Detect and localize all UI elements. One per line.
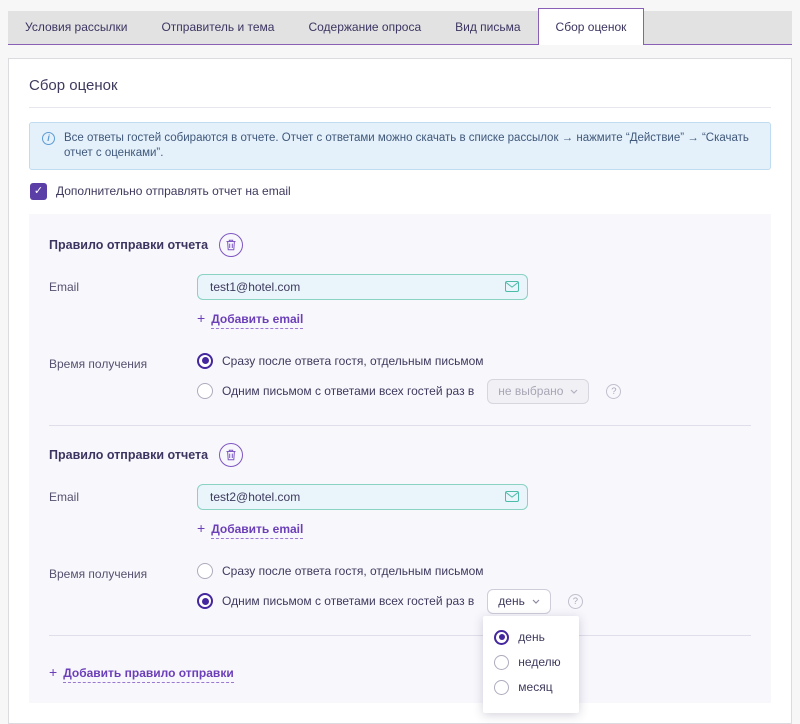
tab-bar: Условия рассылки Отправитель и тема Соде… <box>8 8 792 45</box>
plus-icon: + <box>197 310 205 326</box>
period-dropdown-popup: день неделю месяц <box>483 616 578 713</box>
email-field-label: Email <box>49 274 197 294</box>
trash-icon <box>226 449 236 461</box>
info-icon: i <box>42 132 55 145</box>
period-option-month[interactable]: месяц <box>494 680 560 695</box>
email-input[interactable] <box>197 274 528 300</box>
radio-option-label: Одним письмом с ответами всех гостей раз… <box>222 594 474 608</box>
rule-divider <box>49 425 751 426</box>
tab-ratings-collection[interactable]: Сбор оценок <box>538 8 645 45</box>
tab-bar-filler <box>644 11 792 44</box>
radio-icon[interactable] <box>197 593 213 609</box>
envelope-icon <box>505 491 519 502</box>
period-select-disabled[interactable]: не выбрано <box>487 379 589 404</box>
rule-divider <box>49 635 751 636</box>
radio-icon[interactable] <box>494 655 509 670</box>
report-rule-1: Правило отправки отчета Email <box>49 233 751 426</box>
main-panel: Сбор оценок i Все ответы гостей собирают… <box>8 58 792 724</box>
tab-sender-and-subject[interactable]: Отправитель и тема <box>144 11 291 44</box>
period-option-week[interactable]: неделю <box>494 655 560 670</box>
radio-icon[interactable] <box>197 353 213 369</box>
send-report-checkbox-row[interactable]: ✓ Дополнительно отправлять отчет на emai… <box>30 183 771 200</box>
chevron-down-icon <box>570 389 578 394</box>
period-select-value: не выбрано <box>498 384 563 398</box>
add-email-link-label: Добавить email <box>211 312 303 329</box>
add-rule-link-label: Добавить правило отправки <box>63 666 234 683</box>
rule-title: Правило отправки отчета <box>49 238 208 252</box>
email-input[interactable] <box>197 484 528 510</box>
report-rules-section: Правило отправки отчета Email <box>29 214 771 703</box>
add-rule-link[interactable]: + Добавить правило отправки <box>49 664 234 683</box>
help-icon[interactable]: ? <box>568 594 583 609</box>
delete-rule-button[interactable] <box>219 233 243 257</box>
add-email-link[interactable]: + Добавить email <box>197 520 303 539</box>
report-rule-2: Правило отправки отчета Email <box>49 443 751 636</box>
radio-option-immediately[interactable]: Сразу после ответа гостя, отдельным пись… <box>197 563 583 579</box>
trash-icon <box>226 239 236 251</box>
envelope-icon <box>505 281 519 292</box>
add-email-link[interactable]: + Добавить email <box>197 310 303 329</box>
radio-option-immediately[interactable]: Сразу после ответа гостя, отдельным пись… <box>197 353 621 369</box>
plus-icon: + <box>49 664 57 680</box>
tab-letter-view[interactable]: Вид письма <box>438 11 537 44</box>
receive-time-label: Время получения <box>49 351 197 371</box>
rule-title: Правило отправки отчета <box>49 448 208 462</box>
period-option-day[interactable]: день <box>494 630 560 645</box>
help-icon[interactable]: ? <box>606 384 621 399</box>
title-divider <box>29 107 771 108</box>
checkbox-label: Дополнительно отправлять отчет на email <box>56 184 291 198</box>
radio-option-label: Сразу после ответа гостя, отдельным пись… <box>222 354 484 368</box>
period-option-label: месяц <box>518 680 552 694</box>
radio-option-digest[interactable]: Одним письмом с ответами всех гостей раз… <box>197 589 583 614</box>
info-banner: i Все ответы гостей собираются в отчете.… <box>29 122 771 170</box>
radio-icon[interactable] <box>494 680 509 695</box>
radio-icon[interactable] <box>197 563 213 579</box>
email-field-label: Email <box>49 484 197 504</box>
period-select[interactable]: день <box>487 589 551 614</box>
period-select-value: день <box>498 594 525 608</box>
radio-option-digest[interactable]: Одним письмом с ответами всех гостей раз… <box>197 379 621 404</box>
plus-icon: + <box>197 520 205 536</box>
tab-mailing-conditions[interactable]: Условия рассылки <box>8 11 144 44</box>
radio-option-label: Одним письмом с ответами всех гостей раз… <box>222 384 474 398</box>
checkbox-checked-icon[interactable]: ✓ <box>30 183 47 200</box>
tab-survey-content[interactable]: Содержание опроса <box>291 11 438 44</box>
delete-rule-button[interactable] <box>219 443 243 467</box>
add-email-link-label: Добавить email <box>211 522 303 539</box>
radio-icon[interactable] <box>494 630 509 645</box>
radio-option-label: Сразу после ответа гостя, отдельным пись… <box>222 564 484 578</box>
period-option-label: день <box>518 630 545 644</box>
receive-time-label: Время получения <box>49 561 197 581</box>
page-title: Сбор оценок <box>29 77 771 94</box>
chevron-down-icon <box>532 599 540 604</box>
radio-icon[interactable] <box>197 383 213 399</box>
period-option-label: неделю <box>518 655 560 669</box>
info-banner-text: Все ответы гостей собираются в отчете. О… <box>64 131 758 161</box>
